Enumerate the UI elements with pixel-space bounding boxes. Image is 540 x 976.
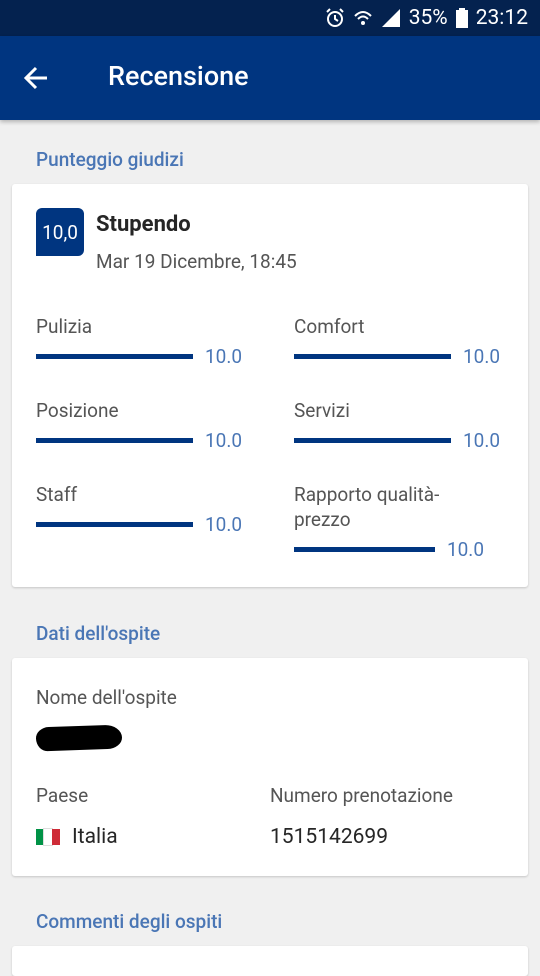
rating-value: 10.0: [205, 513, 243, 536]
alarm-icon: [325, 8, 345, 28]
rating-rapporto-qualita-prezzo: Rapporto qualità-prezzo 10.0: [294, 482, 484, 561]
rating-bar: [36, 354, 193, 359]
rating-value: 10.0: [205, 429, 243, 452]
rating-label: Staff: [36, 483, 78, 506]
rating-posizione: Posizione 10.0: [36, 398, 266, 452]
rating-bar: [36, 438, 193, 443]
battery-percent: 35%: [408, 6, 448, 30]
guest-card: Nome dell'ospite Paese Italia Numero pre…: [12, 658, 528, 876]
wifi-icon: [353, 8, 373, 28]
booking-number-label: Numero prenotazione: [270, 784, 453, 807]
score-badge: 10,0: [36, 208, 84, 256]
arrow-back-icon: [23, 66, 47, 90]
signal-icon: [381, 8, 401, 28]
rating-label: Comfort: [294, 315, 365, 338]
status-bar: 35% 23:12: [0, 0, 540, 36]
guest-name-label: Nome dell'ospite: [36, 686, 177, 709]
clock: 23:12: [475, 6, 528, 30]
section-title-scores: Punteggio giudizi: [36, 148, 184, 171]
booking-number: 1515142699: [270, 825, 389, 849]
country-value: Italia: [36, 825, 118, 849]
rating-staff: Staff 10.0: [36, 482, 266, 536]
rating-value: 10.0: [205, 345, 243, 368]
comments-card: [12, 946, 528, 976]
app-bar: Recensione: [0, 36, 540, 120]
back-button[interactable]: [20, 62, 52, 94]
rating-label: Posizione: [36, 399, 119, 422]
rating-value: 10.0: [463, 429, 501, 452]
rating-label: Rapporto qualità-prezzo: [294, 483, 440, 531]
redacted-guest-name: [35, 724, 123, 752]
section-title-comments: Commenti degli ospiti: [36, 910, 223, 933]
review-date: Mar 19 Dicembre, 18:45: [96, 250, 297, 273]
rating-value: 10.0: [446, 538, 484, 561]
battery-icon: [455, 8, 468, 28]
rating-bar: [294, 438, 451, 443]
scores-card: 10,0 Stupendo Mar 19 Dicembre, 18:45 Pul…: [12, 184, 528, 587]
rating-bar: [294, 354, 451, 359]
rating-comfort: Comfort 10.0: [294, 314, 524, 368]
page-title: Recensione: [108, 60, 249, 92]
score-word: Stupendo: [96, 212, 191, 237]
rating-label: Servizi: [294, 399, 350, 422]
rating-bar: [294, 547, 435, 552]
rating-bar: [36, 522, 193, 527]
rating-label: Pulizia: [36, 315, 93, 338]
italy-flag-icon: [36, 828, 60, 847]
rating-servizi: Servizi 10.0: [294, 398, 524, 452]
rating-pulizia: Pulizia 10.0: [36, 314, 266, 368]
country-name: Italia: [72, 825, 118, 849]
section-title-guest: Dati dell'ospite: [36, 622, 161, 645]
country-label: Paese: [36, 784, 89, 807]
rating-value: 10.0: [463, 345, 501, 368]
